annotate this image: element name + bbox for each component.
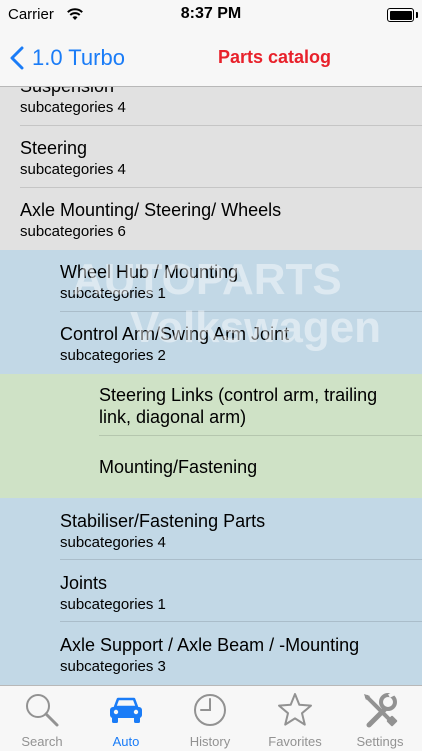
tab-favorites[interactable]: Favorites	[253, 686, 337, 751]
navigation-bar: 1.0 Turbo Parts catalog	[0, 30, 422, 87]
item-title: Stabiliser/Fastening Parts	[60, 511, 266, 531]
item-subtitle: subcategories 6	[20, 223, 126, 240]
tab-auto[interactable]: Auto	[84, 686, 168, 751]
back-button[interactable]: 1.0 Turbo	[10, 42, 125, 74]
item-title: Axle Support / Axle Beam / -Mounting	[60, 635, 360, 655]
tab-label: Auto	[112, 734, 140, 749]
list-item[interactable]: Wheel Hub / Mounting subcategories 1	[0, 250, 422, 312]
tab-label: Favorites	[268, 734, 322, 749]
clock-icon	[194, 694, 226, 726]
item-title: Joints	[60, 573, 108, 593]
category-list[interactable]: Suspension subcategories 4 Steering subc…	[0, 87, 422, 685]
back-label: 1.0 Turbo	[32, 45, 125, 70]
tab-label: History	[189, 734, 231, 749]
status-bar: Carrier 8:37 PM	[0, 0, 422, 30]
tab-history[interactable]: History	[168, 686, 252, 751]
item-title: Mounting/Fastening	[99, 457, 258, 477]
item-title: Axle Mounting/ Steering/ Wheels	[20, 200, 282, 220]
list-item[interactable]: Axle Mounting/ Steering/ Wheels subcateg…	[0, 188, 422, 250]
item-subtitle: subcategories 2	[60, 347, 166, 364]
list-item[interactable]: Suspension subcategories 4	[0, 87, 422, 126]
tab-label: Settings	[356, 734, 404, 749]
item-subtitle: subcategories 4	[20, 161, 126, 178]
list-item[interactable]: Steering subcategories 4	[0, 126, 422, 188]
item-subtitle: subcategories 1	[60, 596, 166, 613]
tab-label: Search	[21, 734, 63, 749]
battery-icon	[387, 8, 418, 22]
chevron-left-icon	[10, 46, 24, 70]
page-title: Parts catalog	[218, 47, 332, 67]
car-icon	[110, 697, 142, 723]
item-title: Suspension	[20, 87, 114, 97]
item-title-line2: link, diagonal arm)	[99, 407, 247, 427]
item-title: Steering Links (control arm, trailing	[99, 385, 378, 405]
star-icon	[278, 693, 312, 726]
tab-search[interactable]: Search	[0, 686, 84, 751]
item-subtitle: subcategories 4	[60, 534, 166, 551]
item-title: Control Arm/Swing Arm Joint	[60, 324, 290, 344]
list-item[interactable]: Steering Links (control arm, trailing li…	[0, 374, 422, 436]
item-title: Steering	[20, 138, 88, 158]
list-item[interactable]: Control Arm/Swing Arm Joint subcategorie…	[0, 312, 422, 374]
search-icon	[26, 694, 59, 727]
tab-settings[interactable]: Settings	[338, 686, 422, 751]
item-title: Wheel Hub / Mounting	[60, 262, 239, 282]
status-time: 8:37 PM	[180, 5, 242, 22]
list-item[interactable]: Stabiliser/Fastening Parts subcategories…	[0, 498, 422, 560]
list-item[interactable]: Axle Support / Axle Beam / -Mounting sub…	[0, 622, 422, 685]
list-item[interactable]: Mounting/Fastening	[0, 436, 422, 498]
tab-bar: Search Auto History Favorites Settings	[0, 685, 422, 751]
item-subtitle: subcategories 1	[60, 285, 166, 302]
item-subtitle: subcategories 3	[60, 658, 166, 675]
list-item[interactable]: Joints subcategories 1	[0, 560, 422, 622]
item-subtitle: subcategories 4	[20, 99, 126, 116]
tools-icon	[364, 691, 398, 728]
